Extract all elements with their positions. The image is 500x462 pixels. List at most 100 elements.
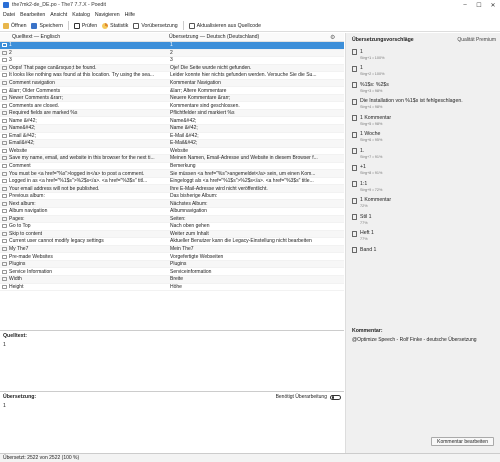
source-cell: Website [9, 147, 27, 154]
suggestion-item[interactable]: 1 Strg+1 • 100% [346, 47, 500, 64]
table-row[interactable]: Previous album: Das bisherige Album: [0, 193, 344, 201]
title-bar: the7mk2-de_DE.po - The7 7.7.X - Poedit –… [0, 0, 500, 10]
table-row[interactable]: Go to Top Nach oben gehen [0, 223, 344, 231]
suggestion-item[interactable]: Heft 1 77% [346, 229, 500, 246]
table-row[interactable]: Next album: Nächstes Album: [0, 200, 344, 209]
suggestion-item[interactable]: Band 1 [346, 245, 500, 262]
table-row[interactable]: Album navigation Albumnavigation [0, 208, 344, 216]
minimize-icon[interactable]: – [458, 0, 472, 10]
translation-cell: Breite [170, 276, 184, 283]
table-row[interactable]: 11 [0, 42, 344, 50]
table-row[interactable]: Width Breite [0, 275, 344, 284]
entry-icon [2, 269, 7, 274]
table-row[interactable]: Service Information Serviceinformation [0, 268, 344, 276]
entry-icon [2, 156, 7, 161]
suggestion-item[interactable]: 1:1 Strg+9 • 72% [346, 179, 500, 196]
table-row[interactable]: Name &#42; Name&#42; [0, 117, 344, 126]
update-label: Aktualisieren aus Quellcode [196, 22, 261, 29]
table-row[interactable]: Email &#42; E-Mail &#42; [0, 133, 344, 141]
pretranslate-button[interactable]: Vorübersetzung [133, 22, 178, 29]
toolbar-divider [67, 21, 69, 30]
menu-edit[interactable]: Bearbeiten [20, 12, 45, 18]
table-row[interactable]: 33 [0, 57, 344, 65]
suggestion-item[interactable]: Die Installation von %1$s ist fehlgeschl… [346, 97, 500, 114]
source-cell: Service Information [9, 268, 53, 275]
translation-cell: Kommentare sind geschlossen. [170, 102, 240, 109]
table-row[interactable]: Pre-made Websites Vorgefertigte Webseiten [0, 253, 344, 261]
table-row[interactable]: 22 [0, 49, 344, 58]
table-row[interactable]: Skip to content Weiter zum Inhalt [0, 230, 344, 239]
table-row[interactable]: Comment navigation Kommentar Navigation [0, 79, 344, 88]
source-column-header[interactable]: Quelltext — Englisch [0, 34, 165, 40]
table-row[interactable]: Newer Comments &rarr; Neuere Kommentare &… [0, 94, 344, 103]
suggestion-item[interactable]: 1 Kommentar 72% [346, 196, 500, 213]
menu-view[interactable]: Ansicht [50, 12, 67, 18]
table-row[interactable]: Oops! That page can&rsquo;t be found. Oje… [0, 64, 344, 73]
suggestion-item[interactable]: 1 Strg+2 • 100% [346, 64, 500, 81]
suggestion-item[interactable]: 1. Strg+7 • 91% [346, 146, 500, 163]
status-text: Übersetzt: 2522 von 2522 (100 %) [3, 455, 80, 461]
suggestion-item[interactable]: Stil 1 77% [346, 212, 500, 229]
source-cell: Pages: [9, 215, 25, 222]
entry-icon [2, 96, 7, 101]
table-row[interactable]: &larr; Older Comments &larr; Ältere Komme… [0, 87, 344, 95]
source-cell: It looks like nothing was found at this … [9, 72, 155, 79]
table-row[interactable]: Save my name, email, and website in this… [0, 155, 344, 163]
table-row[interactable]: Comments are closed. Kommentare sind gesc… [0, 102, 344, 110]
source-cell: Height [9, 283, 24, 290]
table-row[interactable]: Website Website [0, 148, 344, 156]
suggestion-meta: Strg+7 • 91% [360, 154, 383, 159]
table-row[interactable]: Height Höhe [0, 284, 344, 292]
suggestion-item[interactable]: 1 Woche Strg+6 • 95% [346, 130, 500, 147]
menu-catalog[interactable]: Katalog [72, 12, 90, 18]
needs-work-toggle[interactable] [330, 394, 341, 400]
check-button[interactable]: Prüfen [73, 22, 97, 29]
save-label: Speichern [39, 22, 63, 29]
table-row[interactable]: Your email address will not be published… [0, 185, 344, 193]
pie-chart-icon [102, 22, 109, 29]
suggestion-text: 1:1 [360, 180, 368, 187]
string-list[interactable]: 1 1 2 2 3 3 Oops! That page can&rsquo;t be fou… [0, 42, 344, 332]
source-cell: 1 [9, 42, 12, 49]
statistics-button[interactable]: Statistik [102, 22, 128, 29]
table-row[interactable]: Plugins Plugins [0, 260, 344, 269]
table-row[interactable]: You must be <a href="%s">logged in</a> t… [0, 170, 344, 178]
table-row[interactable]: Email&#42; E-Mail&#42; [0, 140, 344, 148]
source-cell: Logged in as <a href="%1$s">%2$s</a>. <a… [9, 178, 148, 185]
table-row[interactable]: Comment Bemerkung [0, 163, 344, 171]
table-row[interactable]: My The7 Mein The7 [0, 245, 344, 254]
maximize-icon[interactable]: ☐ [472, 0, 486, 10]
table-row[interactable]: Current user cannot modify legacy settin… [0, 238, 344, 246]
translation-column-header[interactable]: Übersetzung — Deutsch (Deutschland) [165, 34, 330, 40]
translation-input[interactable]: 1 [3, 403, 341, 409]
poedit-app-icon [3, 2, 9, 8]
menu-file[interactable]: Datei [3, 12, 15, 18]
update-icon [188, 22, 195, 29]
table-row[interactable]: Required fields are marked %s Pflichtfeld… [0, 109, 344, 118]
close-icon[interactable]: ✕ [486, 0, 500, 10]
entry-icon [2, 126, 7, 131]
check-icon [73, 22, 80, 29]
save-button[interactable]: Speichern [31, 22, 63, 29]
table-row[interactable]: Pages: Seiten: [0, 215, 344, 224]
suggestion-item[interactable]: %1$s: %2$s Strg+3 • 98% [346, 80, 500, 97]
editor-pane: Quelltext — Englisch Übersetzung — Deuts… [0, 33, 344, 453]
suggestion-item[interactable]: +1 Strg+8 • 91% [346, 163, 500, 180]
suggestion-text: 1 Woche [360, 131, 381, 137]
table-row[interactable]: Logged in as <a href="%1$s">%2$s</a>. <a… [0, 178, 344, 186]
edit-comment-button[interactable]: Kommentar bearbeiten [431, 437, 494, 446]
source-cell: Plugins [9, 261, 26, 268]
save-icon [31, 22, 38, 29]
menu-help[interactable]: Hilfe [125, 12, 135, 18]
table-row[interactable]: Name&#42; Name &#42; [0, 125, 344, 133]
menu-navigate[interactable]: Navigieren [95, 12, 120, 18]
update-from-source-button[interactable]: Aktualisieren aus Quellcode [188, 22, 261, 29]
source-text-label: Quelltext: [3, 333, 27, 339]
open-button[interactable]: Öffnen [3, 22, 26, 29]
source-cell: Next album: [9, 200, 36, 207]
suggestion-item[interactable]: 1 Kommentar Strg+5 • 98% [346, 113, 500, 130]
gear-icon[interactable]: ⚙ [330, 34, 340, 41]
translation-cell: Sie müssen <a href="%s">angemeldet</a> s… [170, 170, 316, 177]
table-row[interactable]: It looks like nothing was found at this … [0, 72, 344, 80]
pretranslate-label: Vorübersetzung [141, 22, 178, 29]
